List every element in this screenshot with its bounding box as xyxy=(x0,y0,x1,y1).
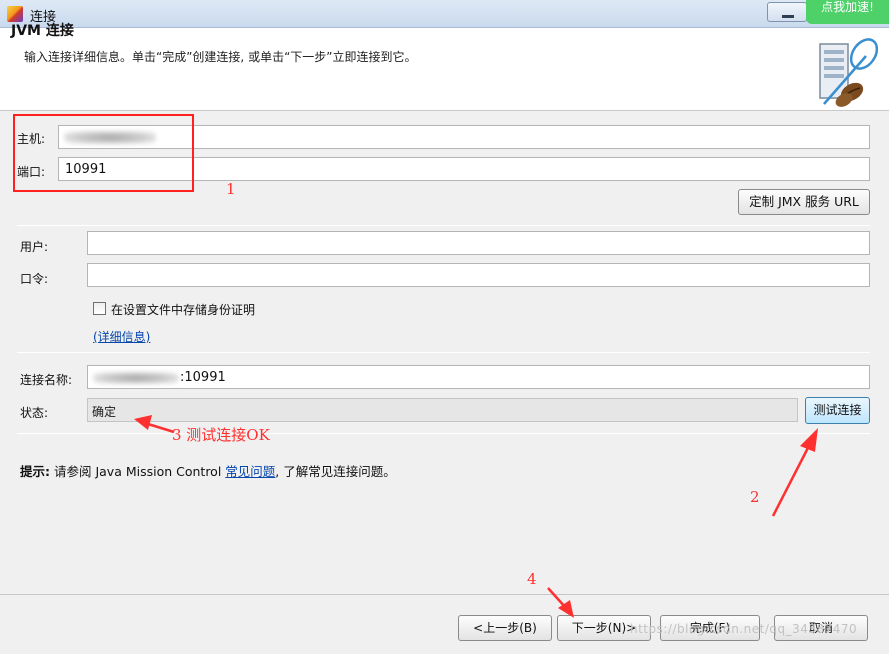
password-input[interactable] xyxy=(87,263,870,287)
hint-text: 提示: 请参阅 Java Mission Control 常见问题, 了解常见连… xyxy=(20,461,396,480)
connection-name-value: :10991 xyxy=(180,370,226,385)
page-description: 输入连接详细信息。单击“完成”创建连接, 或单击“下一步”立即连接到它。 xyxy=(24,50,417,64)
annotation-1: 1 xyxy=(226,180,236,198)
store-credentials-checkbox[interactable] xyxy=(93,302,106,315)
annotation-2: 2 xyxy=(750,488,760,506)
details-link[interactable]: (详细信息) xyxy=(93,328,150,345)
connection-name-label: 连接名称: xyxy=(20,373,73,387)
hint-bold: 提示: xyxy=(20,464,50,479)
annotation-4: 4 xyxy=(527,570,537,588)
window-title-bar[interactable] xyxy=(0,0,889,28)
status-value: 确定 xyxy=(92,405,117,419)
watermark: https://blog.csdn.net/qq_34387470 xyxy=(630,622,858,636)
page-title: JVM 连接 xyxy=(11,23,74,39)
server-coffee-bean-icon xyxy=(819,38,878,107)
connection-name-input[interactable]: :10991 xyxy=(87,365,870,389)
user-label: 用户: xyxy=(20,240,49,254)
back-button[interactable]: <上一步(B) xyxy=(458,615,552,641)
status-field: 确定 xyxy=(87,398,798,422)
divider xyxy=(17,433,870,434)
minimize-button[interactable] xyxy=(767,2,807,22)
password-label: 口令: xyxy=(20,272,49,286)
dialog-header xyxy=(0,28,889,111)
hint-tail: , 了解常见连接问题。 xyxy=(275,464,396,479)
user-input[interactable] xyxy=(87,231,870,255)
hint-body: 请参阅 Java Mission Control xyxy=(50,464,226,479)
faq-link[interactable]: 常见问题 xyxy=(225,464,275,479)
annotation-3: 3 测试连接OK xyxy=(172,426,270,444)
divider xyxy=(17,352,870,353)
speed-up-badge[interactable]: 点我加速! xyxy=(806,0,889,24)
name-redaction xyxy=(93,372,179,384)
store-credentials-label: 在设置文件中存储身份证明 xyxy=(111,303,256,317)
test-connection-button[interactable]: 测试连接 xyxy=(805,397,870,424)
divider xyxy=(17,225,870,226)
minimize-icon xyxy=(782,15,794,18)
annotation-box-host-port xyxy=(13,114,194,192)
status-label: 状态: xyxy=(20,406,49,420)
custom-jmx-url-button[interactable]: 定制 JMX 服务 URL xyxy=(738,189,870,215)
